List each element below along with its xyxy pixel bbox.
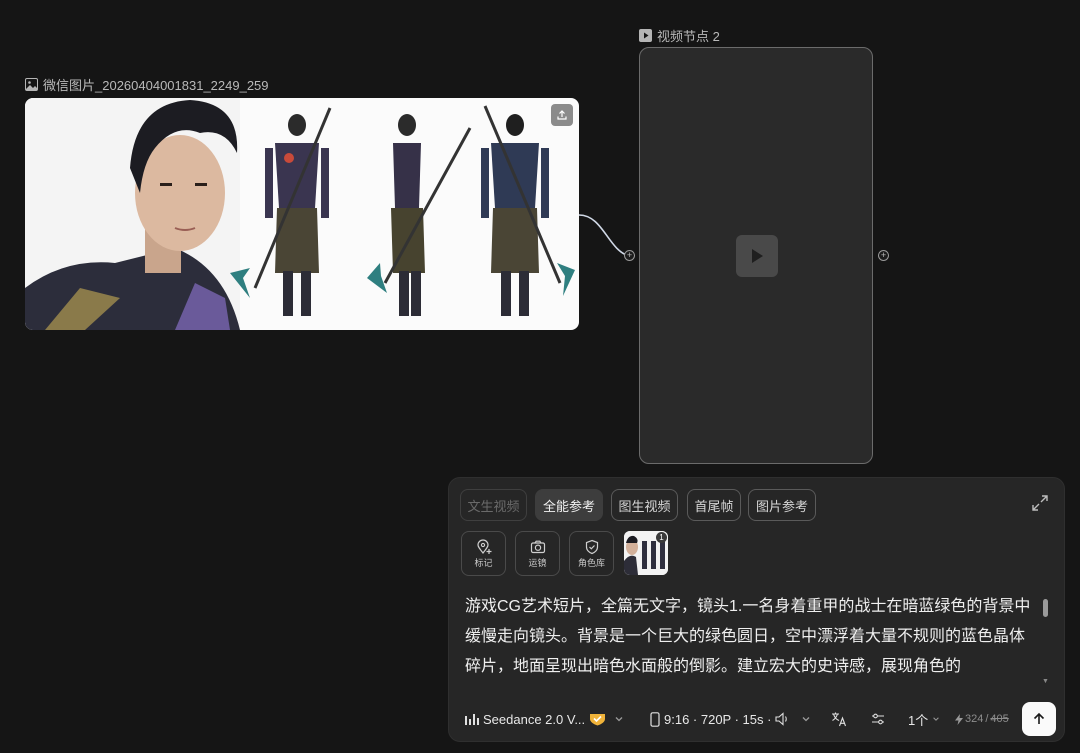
video-node[interactable]: [639, 47, 873, 464]
credits-total: 405: [990, 713, 1009, 725]
play-square-icon: [639, 29, 652, 42]
play-icon: [752, 249, 763, 263]
model-selector[interactable]: Seedance 2.0 V...: [465, 704, 624, 734]
prompt-panel: 文生视频 全能参考 图生视频 首尾帧 图片参考 标记 运镜 角色库 1 游戏CG…: [448, 477, 1065, 742]
video-output-port[interactable]: +: [878, 250, 889, 261]
credits-used: 324: [965, 713, 984, 725]
credits-display: 324 / 405: [955, 704, 1009, 734]
video-node-title[interactable]: 视频节点 2: [639, 26, 720, 45]
tab-omni-reference[interactable]: 全能参考: [535, 489, 603, 521]
lightning-icon: [955, 713, 963, 725]
phone-icon: [650, 711, 660, 727]
video-node-label: 视频节点 2: [657, 29, 720, 44]
camera-icon: [530, 540, 545, 554]
upload-icon: [557, 110, 567, 120]
prompt-input[interactable]: 游戏CG艺术短片，全篇无文字，镜头1.一名身着重甲的战士在暗蓝绿色的背景中缓慢走…: [465, 592, 1040, 688]
image-node[interactable]: [25, 98, 579, 330]
camera-move-tool-label: 运镜: [528, 558, 547, 568]
prompt-toolbar: Seedance 2.0 V... 9:16 · 720P · 15s · 1个…: [449, 704, 1064, 734]
chevron-down-icon: [802, 717, 810, 722]
settings-button[interactable]: [871, 704, 885, 734]
bar-chart-icon: [465, 714, 479, 725]
tab-image-reference[interactable]: 图片参考: [748, 489, 816, 521]
image-node-title[interactable]: 微信图片_20260404001831_2249_259: [25, 75, 269, 94]
count-value: 1个: [908, 712, 929, 728]
format-selector[interactable]: 9:16 · 720P · 15s ·: [650, 704, 811, 734]
shield-check-icon: [585, 539, 598, 555]
character-library-button[interactable]: 角色库: [569, 531, 614, 576]
tab-text-to-video[interactable]: 文生视频: [460, 489, 527, 521]
scroll-down-icon[interactable]: ▼: [1042, 678, 1049, 685]
format-value: 9:16 · 720P · 15s ·: [664, 711, 772, 727]
credits-separator: /: [985, 713, 989, 725]
expand-icon[interactable]: [1030, 493, 1050, 513]
character-library-label: 角色库: [577, 558, 605, 568]
tab-first-last-frame[interactable]: 首尾帧: [687, 489, 741, 521]
camera-move-tool-button[interactable]: 运镜: [515, 531, 560, 576]
reference-image-thumbnail[interactable]: 1: [624, 531, 668, 575]
speaker-icon: [775, 712, 788, 726]
mark-tool-label: 标记: [474, 558, 493, 568]
translate-button[interactable]: [831, 704, 847, 734]
chevron-down-icon: [615, 717, 623, 722]
play-button[interactable]: [736, 235, 778, 277]
premium-badge-icon: [590, 714, 606, 726]
arrow-up-icon: [1033, 712, 1045, 724]
video-input-port[interactable]: +: [624, 250, 635, 261]
map-pin-plus-icon: [476, 539, 491, 554]
count-selector[interactable]: 1个: [908, 704, 940, 734]
prompt-scrollbar[interactable]: [1043, 599, 1048, 617]
sliders-icon: [872, 713, 884, 725]
mark-tool-button[interactable]: 标记: [461, 531, 506, 576]
image-node-label: 微信图片_20260404001831_2249_259: [43, 78, 269, 93]
chevron-down-icon: [933, 717, 940, 721]
tab-image-to-video[interactable]: 图生视频: [611, 489, 678, 521]
character-reference-image: [25, 98, 575, 330]
model-name: Seedance 2.0 V...: [483, 711, 586, 727]
upload-button[interactable]: [551, 104, 573, 126]
translate-icon: [832, 712, 847, 727]
send-button[interactable]: [1022, 702, 1056, 736]
reference-count-badge: 1: [656, 532, 667, 543]
image-icon: [25, 78, 38, 91]
